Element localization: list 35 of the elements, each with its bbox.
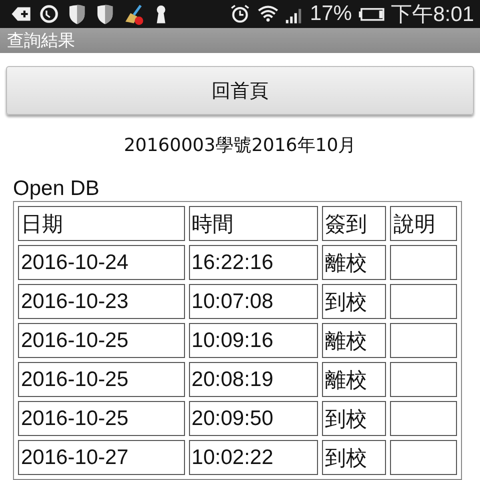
table-cell: 2016-10-23 — [18, 284, 185, 319]
table-cell: 到校 — [322, 401, 386, 436]
screen-title: 查詢結果 — [7, 30, 75, 52]
alarm-clock-icon — [229, 3, 252, 25]
student-month-heading: 20160003學號2016年10月 — [124, 134, 356, 157]
table-cell: 2016-10-25 — [18, 362, 185, 397]
battery-percent: 17% — [310, 2, 352, 26]
table-cell: 離校 — [322, 323, 386, 358]
table-cell: 20:09:50 — [188, 401, 318, 436]
table-cell — [390, 284, 457, 319]
table-cell: 20:08:19 — [188, 362, 318, 397]
table-cell — [390, 245, 457, 280]
home-button[interactable]: 回首頁 — [6, 66, 474, 115]
table-cell: 16:22:16 — [188, 245, 318, 280]
table-cell: 2016-10-25 — [18, 323, 185, 358]
db-status-text: Open DB — [13, 177, 100, 201]
column-header: 說明 — [390, 206, 457, 241]
table-cell: 離校 — [322, 245, 386, 280]
table-cell — [390, 323, 457, 358]
table-cell: 2016-10-27 — [18, 440, 185, 475]
table-cell: 到校 — [322, 440, 386, 475]
table-cell: 10:02:22 — [188, 440, 318, 475]
table-cell — [390, 362, 457, 397]
table-cell — [390, 401, 457, 436]
clock-time: 下午8:01 — [391, 2, 474, 28]
column-header: 簽到 — [322, 206, 386, 241]
column-header: 時間 — [188, 206, 318, 241]
column-header: 日期 — [18, 206, 185, 241]
table-cell: 離校 — [322, 362, 386, 397]
table-cell: 2016-10-25 — [18, 401, 185, 436]
table-cell: 10:09:16 — [188, 323, 318, 358]
table-cell: 到校 — [322, 284, 386, 319]
table-cell — [390, 440, 457, 475]
table-cell: 2016-10-24 — [18, 245, 185, 280]
table-cell: 10:07:08 — [188, 284, 318, 319]
